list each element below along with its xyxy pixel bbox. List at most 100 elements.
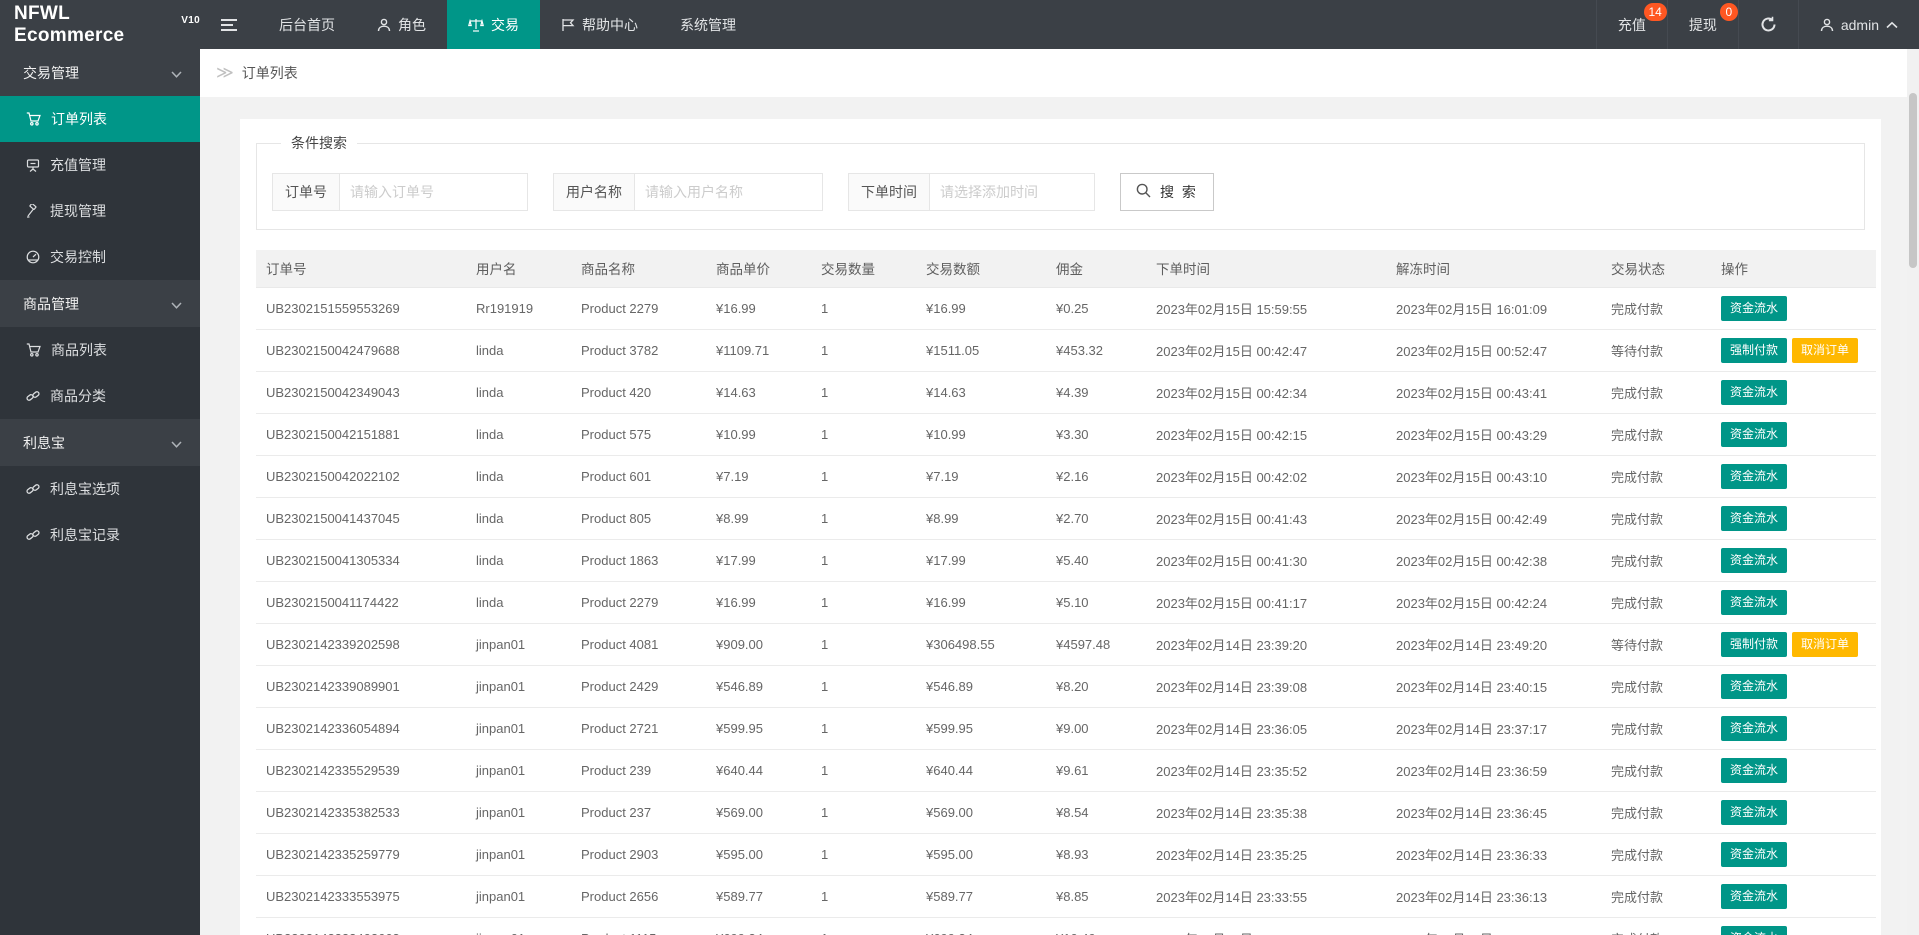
order-id-cell: UB2302142339089901 [256,665,466,708]
user-menu[interactable]: admin [1797,0,1919,49]
fund-flow-button[interactable]: 资金流水 [1721,463,1788,489]
table-row: UB2302142333553975 jinpan01 Product 2656 ¥5… [256,875,1876,918]
search-button[interactable]: 搜 索 [1120,173,1214,211]
order-time-cell: 2023年02月14日 23:33:55 [1146,875,1386,918]
vertical-scrollbar-thumb[interactable] [1909,93,1917,268]
actions-cell: 强制付款 取消订单 [1711,329,1876,372]
quantity-cell: 1 [811,539,916,582]
fund-flow-button[interactable]: 资金流水 [1721,505,1788,531]
refresh-button[interactable] [1737,0,1798,49]
cart-icon [26,343,41,357]
sidebar-item-order-list[interactable]: 订单列表 [0,96,200,142]
force-pay-button[interactable]: 强制付款 [1721,337,1788,363]
withdraw-button[interactable]: 提现 0 [1666,0,1738,49]
quantity-cell: 1 [811,413,916,456]
order-time-cell: 2023年02月15日 00:41:30 [1146,539,1386,582]
nav-item-home[interactable]: 后台首页 [258,0,356,49]
chevron-up-icon [1886,21,1898,29]
actions-cell: 资金流水 [1711,665,1876,708]
sidebar-item-product-list[interactable]: 商品列表 [0,327,200,373]
sidebar-group-label: 利息宝 [23,434,65,451]
fund-flow-button[interactable]: 资金流水 [1721,589,1788,615]
unit-price-cell: ¥8.99 [706,497,811,540]
quantity-cell: 1 [811,707,916,750]
brand-version: V10 [181,15,200,26]
quantity-cell: 1 [811,455,916,498]
username-cell: jinpan01 [466,749,571,792]
amount-cell: ¥640.44 [916,749,1046,792]
link-icon [26,482,40,496]
order-id-cell: UB2302150042022102 [256,455,466,498]
commission-cell: ¥5.40 [1046,539,1146,582]
quantity-cell: 1 [811,329,916,372]
fund-flow-button[interactable]: 资金流水 [1721,883,1788,909]
order-id-cell: UB2302142339202598 [256,623,466,666]
nav-item-label: 系统管理 [680,16,736,33]
sidebar-item-withdraw-management[interactable]: 提现管理 [0,188,200,234]
nav-item-system[interactable]: 系统管理 [659,0,757,49]
fund-flow-button[interactable]: 资金流水 [1721,799,1788,825]
unit-price-cell: ¥7.19 [706,455,811,498]
actions-cell: 资金流水 [1711,833,1876,876]
nav-item-label: 交易 [491,16,519,33]
cancel-order-button[interactable]: 取消订单 [1792,337,1859,363]
scales-icon [468,18,484,32]
fund-flow-button[interactable]: 资金流水 [1721,715,1788,741]
commission-cell: ¥8.20 [1046,665,1146,708]
order-id-cell: UB2302150041437045 [256,497,466,540]
order-time-cell: 2023年02月15日 00:42:15 [1146,413,1386,456]
username-cell: linda [466,329,571,372]
sidebar-group-interest-treasure[interactable]: 利息宝 [0,419,200,466]
commission-cell: ¥2.16 [1046,455,1146,498]
cancel-order-button[interactable]: 取消订单 [1792,631,1859,657]
order-time-cell: 2023年02月15日 00:42:34 [1146,371,1386,414]
fund-flow-button[interactable]: 资金流水 [1721,295,1788,321]
amount-cell: ¥569.00 [916,791,1046,834]
sidebar-item-recharge-management[interactable]: 充值管理 [0,142,200,188]
unit-price-cell: ¥16.99 [706,287,811,330]
sidebar-group-trade-management[interactable]: 交易管理 [0,49,200,96]
fund-flow-button[interactable]: 资金流水 [1721,421,1788,447]
nav-item-help[interactable]: 帮助中心 [540,0,659,49]
commission-cell: ¥3.30 [1046,413,1146,456]
sidebar-item-interest-records[interactable]: 利息宝记录 [0,512,200,558]
sidebar-item-interest-options[interactable]: 利息宝选项 [0,466,200,512]
fund-flow-button[interactable]: 资金流水 [1721,379,1788,405]
sidebar-item-trade-control[interactable]: 交易控制 [0,234,200,280]
order-id-input[interactable] [340,173,528,211]
order-time-cell: 2023年02月14日 22:23:40 [1146,917,1386,935]
navbar-right: 充值 14 提现 0 admin [1595,0,1919,49]
unfreeze-time-cell: 2023年02月14日 22:24:47 [1386,917,1601,935]
sidebar-toggle-button[interactable] [200,0,258,49]
order-time-cell: 2023年02月15日 00:42:02 [1146,455,1386,498]
unfreeze-time-cell: 2023年02月15日 00:42:49 [1386,497,1601,540]
order-time-input[interactable] [930,173,1095,211]
column-header-8: 解冻时间 [1386,250,1601,288]
force-pay-button[interactable]: 强制付款 [1721,631,1788,657]
fund-flow-button[interactable]: 资金流水 [1721,673,1788,699]
fund-flow-button[interactable]: 资金流水 [1721,547,1788,573]
sidebar-group-product-management[interactable]: 商品管理 [0,280,200,327]
table-row: UB2302150042022102 linda Product 601 ¥7.19 1… [256,455,1876,498]
nav-item-trade[interactable]: 交易 [447,0,540,49]
fund-flow-button[interactable]: 资金流水 [1721,757,1788,783]
recharge-button[interactable]: 充值 14 [1595,0,1667,49]
sidebar-item-label: 充值管理 [50,157,106,173]
order-id-cell: UB2302150041174422 [256,581,466,624]
column-header-3: 商品单价 [706,250,811,288]
unfreeze-time-cell: 2023年02月15日 00:43:41 [1386,371,1601,414]
username-cell: Rr191919 [466,287,571,330]
username-cell: jinpan01 [466,875,571,918]
fund-flow-button[interactable]: 资金流水 [1721,925,1788,935]
sidebar-item-product-category[interactable]: 商品分类 [0,373,200,419]
product-cell: Product 2656 [571,875,706,918]
commission-cell: ¥9.00 [1046,707,1146,750]
nav-item-role[interactable]: 角色 [356,0,447,49]
commission-cell: ¥2.70 [1046,497,1146,540]
brand-logo: NFWL Ecommerce V10 [0,0,200,49]
order-time-cell: 2023年02月15日 15:59:55 [1146,287,1386,330]
commission-cell: ¥453.32 [1046,329,1146,372]
username-input[interactable] [635,173,823,211]
fund-flow-button[interactable]: 资金流水 [1721,841,1788,867]
commission-cell: ¥8.93 [1046,833,1146,876]
